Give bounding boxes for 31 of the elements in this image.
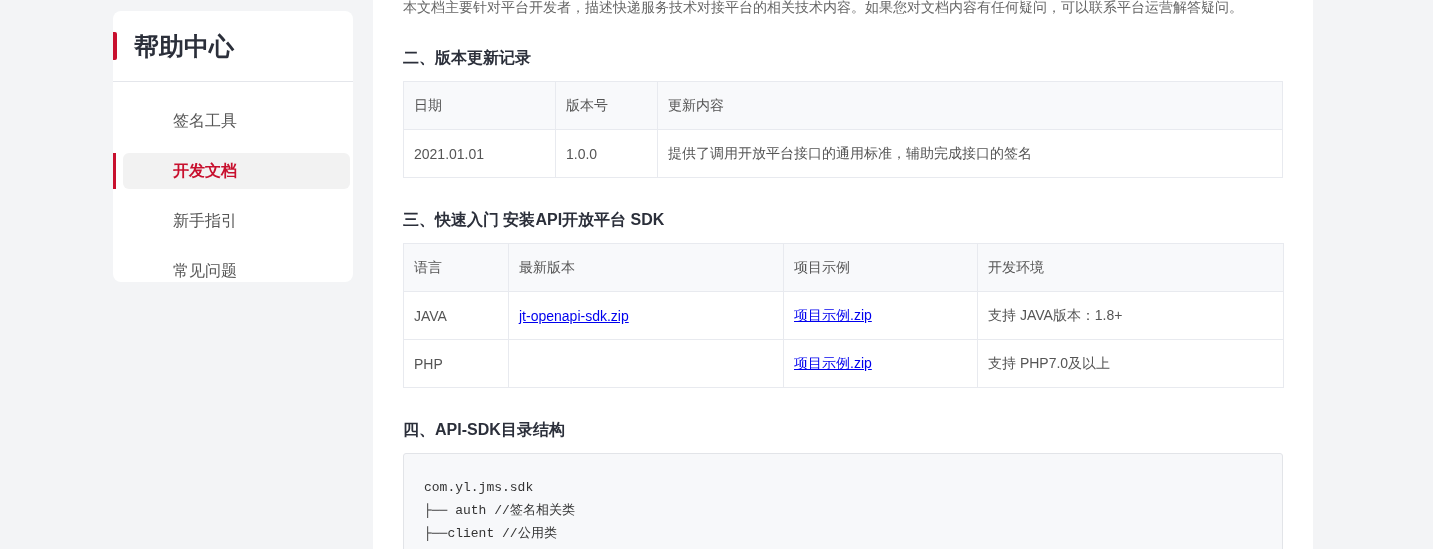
column-header: 版本号 xyxy=(555,81,658,130)
column-header: 更新内容 xyxy=(657,81,1283,130)
table-cell: 提供了调用开放平台接口的通用标准，辅助完成接口的签名 xyxy=(657,129,1283,178)
table-cell: PHP xyxy=(403,339,509,388)
intro-text: 本文档主要针对平台开发者，描述快递服务技术对接平台的相关技术内容。如果您对文档内容有任何疑问，可以联系平台运营解答疑问。 xyxy=(403,0,1244,16)
section-heading: 四、API-SDK目录结构 xyxy=(403,420,566,440)
section-heading: 三、快速入门 安装API开放平台 SDK xyxy=(403,210,666,230)
column-header: 最新版本 xyxy=(508,243,784,292)
code-line: ├── auth //签名相关类 xyxy=(424,502,576,520)
sidebar-item[interactable]: 新手指引 xyxy=(123,203,350,239)
table-cell: JAVA xyxy=(403,291,509,340)
sidebar-item[interactable]: 常见问题 xyxy=(123,253,350,289)
sidebar-item[interactable]: 开发文档 xyxy=(123,153,350,189)
download-link[interactable]: 项目示例.zip xyxy=(794,306,872,323)
column-header: 语言 xyxy=(403,243,509,292)
selection-marker xyxy=(113,153,116,189)
code-line: com.yl.jms.sdk xyxy=(424,479,535,497)
column-header: 开发环境 xyxy=(977,243,1284,292)
download-link[interactable]: jt-openapi-sdk.zip xyxy=(519,307,629,324)
column-header: 项目示例 xyxy=(783,243,978,292)
table-cell: 2021.01.01 xyxy=(403,129,556,178)
sidebar-title: 帮助中心 xyxy=(134,30,234,62)
accent-bar xyxy=(113,32,117,60)
sidebar-item[interactable]: 签名工具 xyxy=(123,103,350,139)
table-cell: 支持 PHP7.0及以上 xyxy=(977,339,1284,388)
code-line: ├──client //公用类 xyxy=(424,525,558,543)
column-header: 日期 xyxy=(403,81,556,130)
table-cell: 支持 JAVA版本：1.8+ xyxy=(977,291,1284,340)
table-cell: 1.0.0 xyxy=(555,129,658,178)
download-link[interactable]: 项目示例.zip xyxy=(794,354,872,371)
section-heading: 二、版本更新记录 xyxy=(403,48,532,68)
